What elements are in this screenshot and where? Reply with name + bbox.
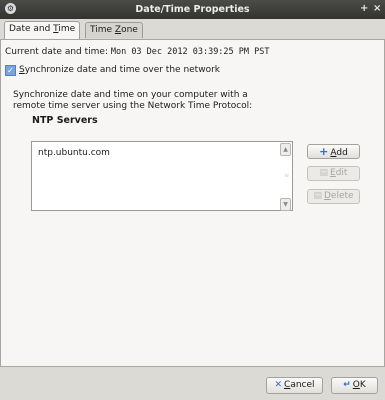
- edit-icon: ▤: [319, 168, 329, 178]
- edit-button[interactable]: ▤ Edit: [307, 166, 360, 181]
- sync-label: ynchronize date and time over the networ…: [24, 65, 220, 75]
- title-bar: ⚙ Date/Time Properties + ×: [0, 0, 385, 19]
- pin-icon[interactable]: +: [360, 3, 368, 14]
- cancel-button[interactable]: ✕ Cancel: [266, 377, 323, 394]
- ok-mnemonic: O: [352, 380, 360, 390]
- tab-label: Date and: [9, 24, 54, 34]
- delete-mnemonic: D: [323, 191, 331, 201]
- current-label: Current date and time:: [5, 47, 111, 57]
- edit-label: dit: [335, 168, 348, 178]
- ntp-server-list[interactable]: ntp.ubuntu.com ▲ ≡ ▼: [31, 141, 293, 211]
- scroll-up-button[interactable]: ▲: [280, 143, 291, 156]
- window-title: Date/Time Properties: [135, 4, 250, 15]
- tab-time-zone[interactable]: Time Zone: [85, 22, 143, 38]
- tab-date-and-time[interactable]: Date and Time: [4, 21, 81, 40]
- close-icon[interactable]: ×: [373, 3, 381, 14]
- delete-button[interactable]: ▤ Delete: [307, 189, 360, 204]
- scrollbar-grip-icon: ≡: [283, 172, 290, 179]
- delete-icon: ▤: [313, 191, 322, 201]
- date-and-time-panel: Current date and time: Mon 03 Dec 2012 0…: [0, 39, 385, 367]
- add-label: dd: [336, 148, 348, 158]
- tab-label: Time: [90, 25, 115, 35]
- current-date-time: Current date and time: Mon 03 Dec 2012 0…: [5, 47, 269, 57]
- ntp-servers-heading: NTP Servers: [32, 115, 98, 126]
- description-line: remote time server using the Network Tim…: [13, 101, 253, 111]
- ok-button[interactable]: ↵ OK: [331, 377, 378, 394]
- delete-label: elete: [330, 191, 354, 201]
- sync-checkbox-row[interactable]: ✓ Synchronize date and time over the netw…: [5, 65, 220, 76]
- sync-checkbox[interactable]: ✓: [5, 65, 16, 76]
- plus-icon: +: [319, 145, 329, 158]
- list-item[interactable]: ntp.ubuntu.com: [38, 148, 110, 158]
- ntp-description: Synchronize date and time on your comput…: [13, 90, 252, 112]
- tab-label: ime: [58, 24, 76, 34]
- scroll-down-button[interactable]: ▼: [280, 198, 291, 211]
- current-value: Mon 03 Dec 2012 03:39:25 PM PST: [110, 47, 270, 57]
- description-line: Synchronize date and time on your comput…: [13, 90, 248, 100]
- tab-label: one: [121, 25, 138, 35]
- cancel-icon: ✕: [274, 380, 283, 390]
- ok-label: K: [359, 380, 366, 390]
- tab-bar: Date and Time Time Zone: [0, 19, 385, 40]
- add-button[interactable]: + Add: [307, 144, 360, 159]
- ok-icon: ↵: [343, 380, 351, 390]
- cancel-label: ancel: [290, 380, 315, 390]
